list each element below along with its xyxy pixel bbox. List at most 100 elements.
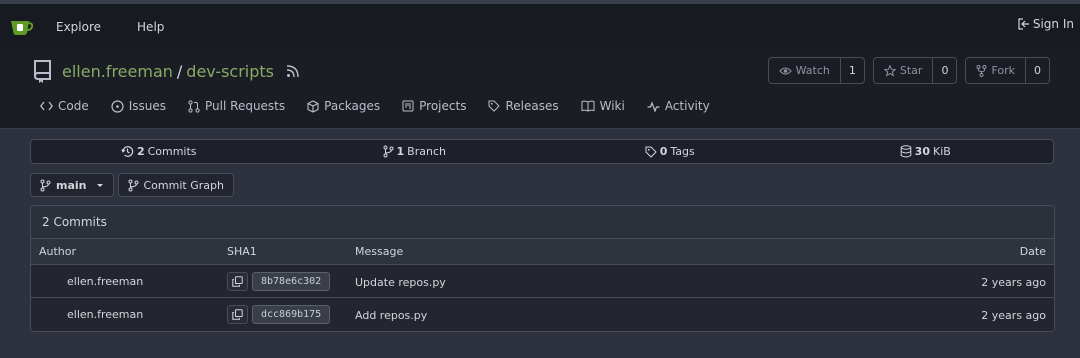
branch-icon (383, 145, 394, 158)
tab-activity[interactable]: Activity (647, 99, 710, 113)
branch-selector-dropdown[interactable]: main (30, 173, 114, 197)
nav-explore-link[interactable]: Explore (56, 20, 101, 34)
commit-date: 2 years ago (981, 276, 1046, 289)
commit-sha-link[interactable]: 8b78e6c302 (252, 271, 331, 291)
repo-tabs: Code Issues Pull Requests Packages Proje… (40, 99, 710, 113)
commits-count: 2 (136, 145, 145, 158)
gitea-logo-icon[interactable] (8, 13, 36, 41)
commit-author[interactable]: ellen.freeman (67, 275, 143, 288)
commits-heading: 2 Commits (31, 206, 1054, 239)
tab-code[interactable]: Code (40, 99, 89, 113)
column-date: Date (1019, 245, 1046, 258)
commit-author[interactable]: ellen.freeman (67, 308, 143, 321)
branch-selector-label: main (56, 178, 87, 192)
copy-icon (232, 309, 243, 320)
tag-icon (488, 100, 501, 112)
copy-sha-button[interactable] (227, 271, 248, 291)
tab-projects[interactable]: Projects (402, 99, 466, 113)
tab-releases-label: Releases (505, 99, 559, 113)
branch-toolbar: main Commit Graph (30, 173, 234, 197)
top-navbar: Explore Help Sign In (0, 0, 1080, 49)
tab-projects-label: Projects (419, 99, 467, 113)
tags-label: Tags (670, 145, 695, 158)
eye-icon (778, 66, 792, 75)
tags-count: 0 (659, 145, 668, 158)
commit-message[interactable]: Add repos.py (355, 309, 427, 322)
star-button-group: Star 0 (872, 57, 958, 84)
star-button[interactable]: Star (874, 58, 934, 83)
repo-name-link[interactable]: dev-scripts (186, 62, 274, 81)
tab-packages[interactable]: Packages (307, 99, 380, 113)
copy-icon (232, 275, 243, 287)
repo-icon (34, 60, 51, 83)
size-value: 30 (914, 145, 930, 158)
stat-tags[interactable]: 0 Tags (542, 145, 798, 158)
repo-separator: / (176, 61, 183, 81)
table-row: ellen.freeman dcc869b175 Add repos.py 2 … (31, 298, 1054, 331)
tab-issues-label: Issues (128, 99, 167, 113)
caret-down-icon (96, 183, 103, 187)
stat-branches[interactable]: 1 Branch (287, 145, 543, 158)
commit-graph-button[interactable]: Commit Graph (117, 173, 234, 197)
branch-icon (40, 179, 51, 191)
branch-count: 1 (396, 145, 405, 158)
commits-table: 2 Commits Author SHA1 Message Date ellen… (30, 205, 1055, 332)
tab-wiki[interactable]: Wiki (581, 99, 625, 113)
star-count[interactable]: 0 (933, 58, 956, 83)
sign-in-icon (1018, 18, 1029, 30)
repo-owner-link[interactable]: ellen.freeman (62, 62, 173, 81)
fork-icon (976, 64, 987, 77)
watch-button[interactable]: Watch (769, 58, 841, 83)
package-icon (307, 99, 319, 113)
tab-packages-label: Packages (324, 99, 381, 113)
pull-request-icon (188, 99, 200, 113)
stat-size: 30 KiB (798, 145, 1054, 158)
book-icon (581, 100, 595, 112)
fork-count[interactable]: 0 (1026, 58, 1049, 83)
repo-stats-bar: 2 Commits 1 Branch 0 Tags 30 KiB (30, 139, 1054, 164)
tab-pull-requests-label: Pull Requests (205, 99, 286, 113)
watch-label: Watch (795, 64, 830, 77)
column-sha: SHA1 (227, 245, 257, 258)
fork-button[interactable]: Fork (966, 58, 1026, 83)
commit-date: 2 years ago (981, 309, 1046, 322)
pulse-icon (647, 100, 660, 112)
tab-pull-requests[interactable]: Pull Requests (188, 99, 285, 113)
commits-label: Commits (147, 145, 197, 158)
branch-label: Branch (407, 145, 446, 158)
star-label: Star (899, 64, 923, 77)
commit-graph-label: Commit Graph (143, 178, 224, 192)
tab-issues[interactable]: Issues (111, 99, 166, 113)
sign-in-link[interactable]: Sign In (1018, 17, 1074, 31)
tab-wiki-label: Wiki (599, 99, 625, 113)
tab-code-label: Code (58, 99, 89, 113)
sign-in-label: Sign In (1032, 17, 1074, 31)
history-icon (121, 146, 134, 157)
rss-icon[interactable] (286, 64, 299, 78)
tag-icon (645, 146, 657, 158)
watch-count[interactable]: 1 (841, 58, 864, 83)
commits-table-header: Author SHA1 Message Date (31, 239, 1054, 265)
repo-header: ellen.freeman / dev-scripts Watch 1 Star… (0, 49, 1080, 129)
database-icon (900, 145, 911, 158)
tab-activity-label: Activity (664, 99, 710, 113)
branch-icon (128, 179, 138, 191)
size-unit: KiB (932, 145, 951, 158)
column-message: Message (355, 245, 404, 258)
code-icon (40, 101, 53, 111)
column-author: Author (39, 245, 77, 258)
table-row: ellen.freeman 8b78e6c302 Update repos.py… (31, 265, 1054, 298)
repo-actions: Watch 1 Star 0 Fork 0 (767, 57, 1050, 84)
star-icon (883, 64, 896, 77)
stat-commits[interactable]: 2 Commits (31, 145, 287, 158)
commit-sha-link[interactable]: dcc869b175 (252, 305, 331, 324)
commit-message[interactable]: Update repos.py (355, 276, 446, 289)
watch-button-group: Watch 1 (767, 57, 865, 84)
nav-help-link[interactable]: Help (137, 20, 164, 34)
repo-title: ellen.freeman / dev-scripts (32, 59, 299, 83)
project-icon (402, 100, 414, 112)
fork-label: Fork (991, 64, 1015, 77)
tab-releases[interactable]: Releases (488, 99, 559, 113)
issue-icon (111, 99, 124, 113)
copy-sha-button[interactable] (227, 305, 248, 324)
